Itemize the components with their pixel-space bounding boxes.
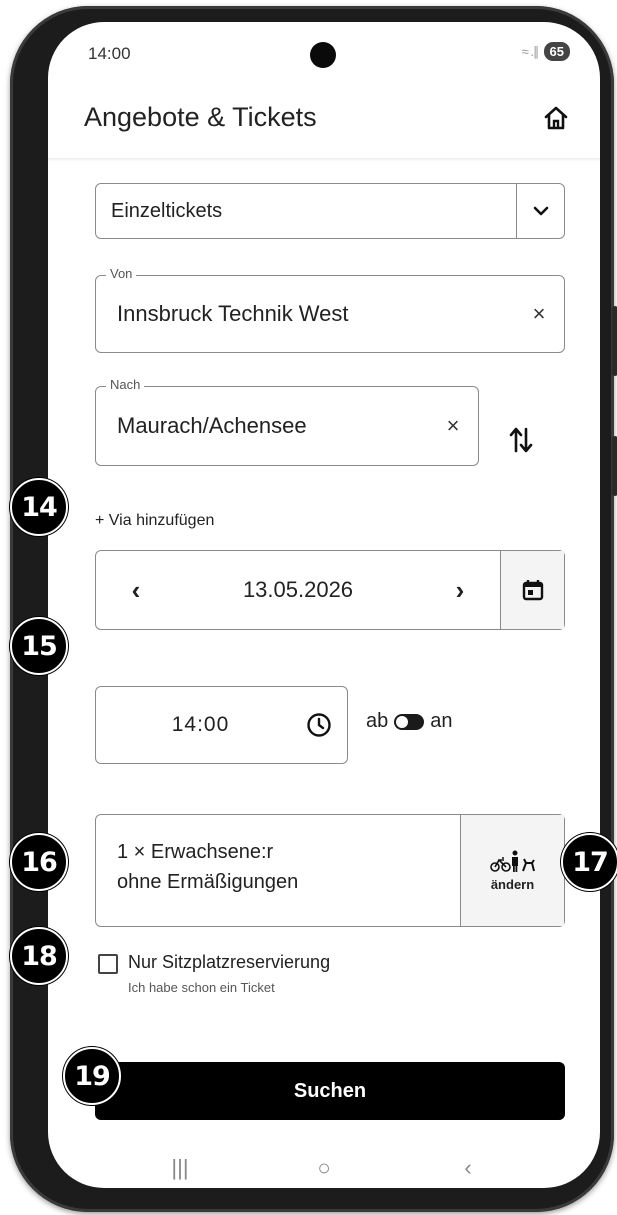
change-passengers-button[interactable]: ändern	[460, 815, 564, 926]
calendar-icon[interactable]	[500, 551, 564, 629]
arrival-label: an	[430, 710, 453, 732]
status-time: 14:00	[88, 44, 131, 63]
battery-icon: 65	[543, 42, 570, 61]
seat-reservation-option[interactable]: Nur Sitzplatzreservierung Ich habe schon…	[98, 952, 330, 995]
passenger-summary: 1 × Erwachsene:r ohne Ermäßigungen	[96, 815, 460, 926]
clear-to-icon[interactable]: ×	[428, 413, 478, 439]
home-button[interactable]: ○	[304, 1155, 344, 1181]
seat-reservation-texts: Nur Sitzplatzreservierung Ich habe schon…	[128, 952, 330, 995]
annotation-badge-14: 14	[10, 478, 68, 536]
page-title: Angebote & Tickets	[84, 102, 317, 132]
next-day-button[interactable]: ›	[420, 575, 500, 606]
screen: 14:00 ≈ .∥ 65 Angebote & Tickets Einzelt…	[48, 22, 600, 1188]
departure-label: ab	[366, 710, 389, 732]
volume-button	[612, 306, 617, 376]
date-value: 13.05.2026	[242, 577, 354, 602]
annotation-badge-19: 19	[63, 1047, 121, 1105]
from-field[interactable]: Von Innsbruck Technik West ×	[95, 266, 565, 353]
chevron-down-icon[interactable]	[516, 184, 564, 238]
home-icon[interactable]	[542, 104, 570, 132]
passenger-count: 1 × Erwachsene:r	[117, 841, 274, 863]
status-icons: ≈ .∥ 65	[522, 42, 570, 61]
change-label: ändern	[490, 877, 535, 892]
previous-day-button[interactable]: ‹	[96, 575, 176, 606]
clear-from-icon[interactable]: ×	[514, 301, 564, 327]
to-field[interactable]: Nach Maurach/Achensee ×	[95, 377, 479, 466]
to-value[interactable]: Maurach/Achensee	[96, 413, 428, 439]
ticket-type-value: Einzeltickets	[111, 199, 223, 222]
back-button[interactable]: ‹	[448, 1155, 488, 1181]
annotation-badge-17: 17	[561, 833, 617, 891]
signal-icon: ≈ .∥	[521, 43, 540, 59]
annotation-badge-16: 16	[10, 833, 68, 891]
clock-icon[interactable]	[291, 712, 347, 738]
power-button	[612, 436, 617, 496]
phone-frame: 14:00 ≈ .∥ 65 Angebote & Tickets Einzelt…	[10, 6, 617, 1212]
toggle-knob	[396, 715, 409, 728]
from-legend: Von	[106, 266, 137, 281]
header-divider	[48, 158, 600, 162]
add-via-link[interactable]: + Via hinzufügen	[95, 512, 214, 530]
annotation-badge-15: 15	[10, 617, 68, 675]
swap-direction-icon[interactable]	[508, 425, 534, 455]
passengers-bike-dog-icon	[489, 850, 535, 872]
ticket-type-select[interactable]: Einzeltickets	[95, 183, 565, 239]
search-button[interactable]: Suchen	[95, 1062, 565, 1120]
seat-reservation-label: Nur Sitzplatzreservierung	[128, 952, 331, 972]
annotation-badge-18: 18	[10, 927, 68, 985]
date-picker[interactable]: ‹ 13.05.2026 ›	[95, 550, 565, 630]
time-value[interactable]: 14:00	[96, 713, 291, 737]
front-camera	[310, 42, 336, 68]
seat-reservation-hint: Ich habe schon ein Ticket	[128, 980, 275, 995]
passenger-selector[interactable]: 1 × Erwachsene:r ohne Ermäßigungen änder…	[95, 814, 565, 927]
from-value[interactable]: Innsbruck Technik West	[96, 301, 514, 327]
time-input[interactable]: 14:00	[95, 686, 348, 764]
seat-reservation-checkbox[interactable]	[98, 954, 118, 974]
system-navbar: ||| ○ ‹	[48, 1148, 600, 1188]
to-legend: Nach	[106, 377, 145, 392]
departure-arrival-toggle[interactable]: ab an	[366, 710, 453, 733]
recent-apps-button[interactable]: |||	[160, 1155, 200, 1181]
passenger-discount: ohne Ermäßigungen	[117, 871, 299, 893]
toggle-switch[interactable]	[394, 713, 425, 730]
